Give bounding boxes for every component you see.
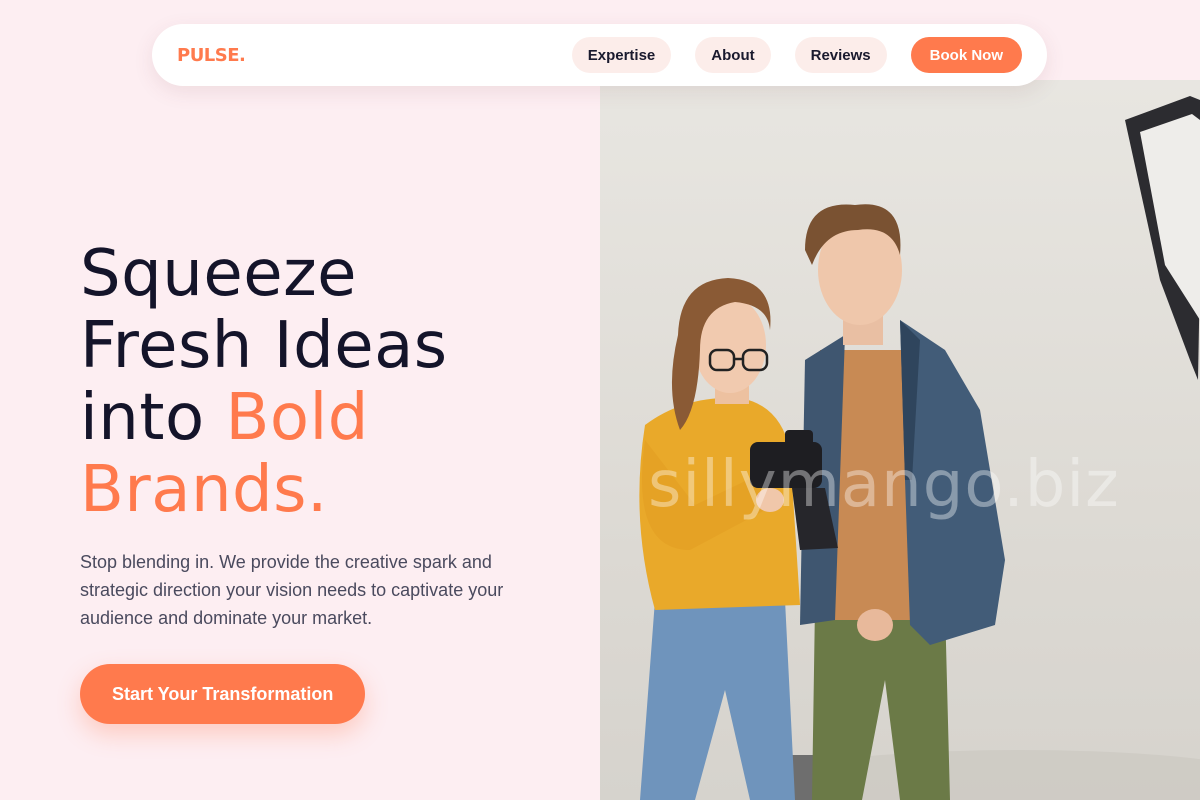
hero-title-accent: Bold [225, 381, 369, 455]
nav-links: Expertise About Reviews Book Now [571, 37, 1022, 73]
start-transformation-button[interactable]: Start Your Transformation [80, 664, 366, 724]
hero-subtitle: Stop blending in. We provide the creativ… [80, 552, 504, 628]
hero-title-line: Fresh Ideas [80, 309, 448, 383]
nav-link-about[interactable]: About [695, 37, 771, 73]
hero-photo: sillymango.biz [600, 80, 1200, 800]
hero-title-plain: into [80, 381, 226, 455]
book-now-button[interactable]: Book Now [910, 37, 1022, 73]
logo[interactable]: PULSE. [177, 45, 246, 66]
hero-title-line: Squeeze [80, 237, 358, 311]
hero-photo-illustration [639, 96, 1200, 800]
navbar: PULSE. Expertise About Reviews Book Now [152, 24, 1047, 86]
nav-link-reviews[interactable]: Reviews [794, 37, 887, 73]
hero-title-line: into Bold [80, 382, 580, 454]
nav-link-expertise[interactable]: Expertise [571, 37, 672, 73]
hero-title-accent-line: Brands. [80, 453, 328, 527]
hero-title: Squeeze Fresh Ideas into Bold Brands. [80, 238, 580, 526]
watermark-text: sillymango.biz [648, 448, 1120, 522]
